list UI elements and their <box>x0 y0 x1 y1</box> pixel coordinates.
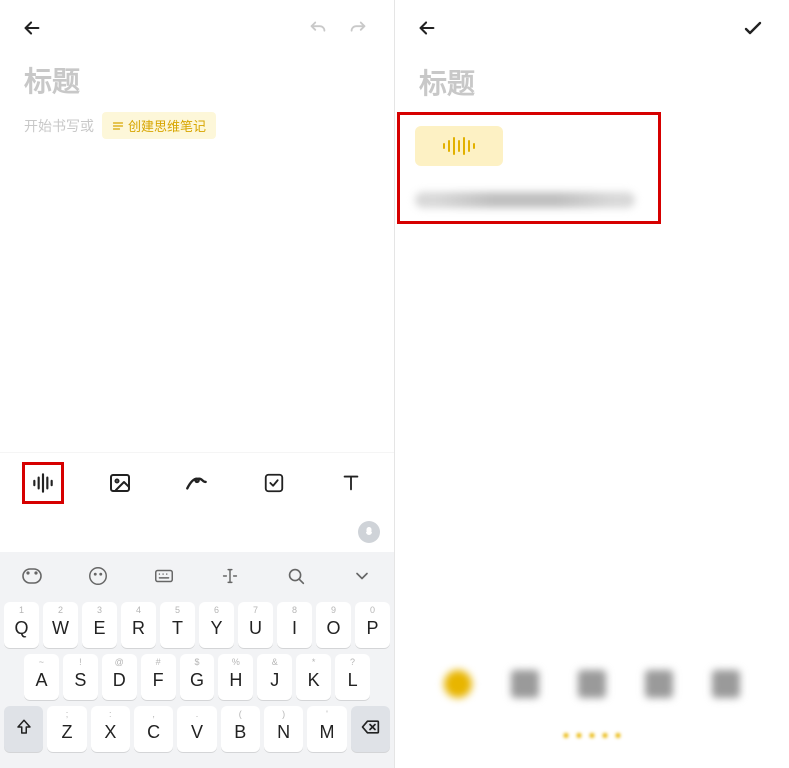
kb-util-keyboard[interactable] <box>150 562 178 590</box>
create-mindnote-chip[interactable]: 创建思维笔记 <box>102 112 216 139</box>
key-T[interactable]: 5T <box>160 602 195 648</box>
kb-util-collapse[interactable] <box>348 562 376 590</box>
editor-toolbar-blurred <box>395 670 789 698</box>
editor-body[interactable] <box>0 139 394 452</box>
kb-util-face[interactable] <box>84 562 112 590</box>
key-M[interactable]: 'M <box>307 706 346 752</box>
confirm-button[interactable] <box>733 8 773 48</box>
key-I[interactable]: 8I <box>277 602 312 648</box>
note-title-placeholder[interactable]: 标题 <box>0 56 394 112</box>
key-P[interactable]: 0P <box>355 602 390 648</box>
key-X[interactable]: :X <box>91 706 130 752</box>
note-title-placeholder[interactable]: 标题 <box>395 56 789 114</box>
undo-button[interactable] <box>298 8 338 48</box>
shift-key[interactable] <box>4 706 43 752</box>
key-W[interactable]: 2W <box>43 602 78 648</box>
kb-util-cursor[interactable] <box>216 562 244 590</box>
transcribed-text <box>415 192 635 208</box>
image-toolbar-icon[interactable] <box>99 462 141 504</box>
kb-util-du[interactable] <box>18 562 46 590</box>
key-L[interactable]: ?L <box>335 654 370 700</box>
create-mindnote-label: 创建思维笔记 <box>128 116 206 135</box>
key-R[interactable]: 4R <box>121 602 156 648</box>
key-G[interactable]: $G <box>180 654 215 700</box>
page-indicator-dots <box>564 733 621 738</box>
header <box>395 0 789 56</box>
key-Y[interactable]: 6Y <box>199 602 234 648</box>
kb-util-search[interactable] <box>282 562 310 590</box>
body-placeholder[interactable]: 开始书写或 <box>24 116 94 136</box>
soft-keyboard: 1Q2W3E4R5T6Y7U8I9O0P ~A!S@D#F$G%H&J*K?L … <box>0 512 394 768</box>
key-E[interactable]: 3E <box>82 602 117 648</box>
key-N[interactable]: )N <box>264 706 303 752</box>
key-A[interactable]: ~A <box>24 654 59 700</box>
back-button[interactable] <box>12 8 52 48</box>
key-C[interactable]: ,C <box>134 706 173 752</box>
key-J[interactable]: &J <box>257 654 292 700</box>
key-B[interactable]: (B <box>221 706 260 752</box>
key-Z[interactable]: ;Z <box>47 706 86 752</box>
key-U[interactable]: 7U <box>238 602 273 648</box>
key-D[interactable]: @D <box>102 654 137 700</box>
key-O[interactable]: 9O <box>316 602 351 648</box>
key-S[interactable]: !S <box>63 654 98 700</box>
backspace-key[interactable] <box>351 706 390 752</box>
key-K[interactable]: *K <box>296 654 331 700</box>
redo-button[interactable] <box>338 8 378 48</box>
text-toolbar-icon[interactable] <box>330 462 372 504</box>
key-H[interactable]: %H <box>218 654 253 700</box>
key-F[interactable]: #F <box>141 654 176 700</box>
header <box>0 0 394 56</box>
audio-toolbar-icon[interactable] <box>22 462 64 504</box>
keyboard-ai-icon[interactable] <box>358 521 380 543</box>
editor-toolbar <box>0 452 394 512</box>
key-V[interactable]: .V <box>177 706 216 752</box>
scribble-toolbar-icon[interactable] <box>176 462 218 504</box>
back-button[interactable] <box>407 8 447 48</box>
key-Q[interactable]: 1Q <box>4 602 39 648</box>
checkbox-toolbar-icon[interactable] <box>253 462 295 504</box>
